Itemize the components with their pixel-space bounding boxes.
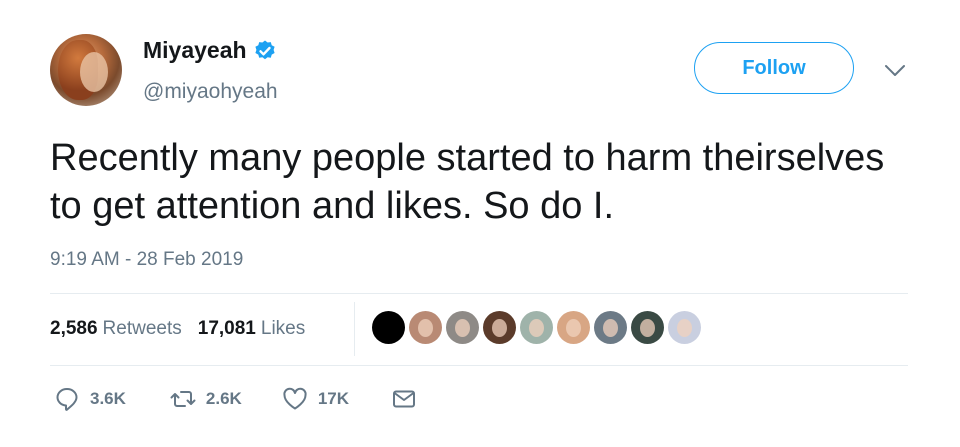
liker-avatars xyxy=(372,311,701,344)
chevron-down-icon[interactable] xyxy=(884,64,906,78)
liker-face-shape xyxy=(640,319,655,337)
verified-badge-icon xyxy=(254,40,275,59)
liker-avatar-7[interactable] xyxy=(594,311,627,344)
divider-top xyxy=(50,293,908,294)
liker-avatar-6[interactable] xyxy=(557,311,590,344)
liker-face-shape xyxy=(677,319,692,337)
retweets-stat[interactable]: 2,586 Retweets xyxy=(50,318,182,340)
direct-message-button[interactable] xyxy=(391,386,417,412)
liker-avatar-5[interactable] xyxy=(520,311,553,344)
likes-count: 17,081 xyxy=(197,318,256,339)
retweet-count: 2.6K xyxy=(205,389,242,408)
avatar-face-shape xyxy=(80,52,108,92)
envelope-icon xyxy=(393,390,416,408)
liker-face-shape xyxy=(566,319,581,337)
reply-count: 3.6K xyxy=(90,389,126,408)
likes-label: Likes xyxy=(260,318,306,339)
tweet-timestamp[interactable]: 9:19 AM - 28 Feb 2019 xyxy=(50,249,243,271)
liker-avatar-4[interactable] xyxy=(483,311,516,344)
liker-face-shape xyxy=(455,319,470,337)
display-name-row[interactable]: Miyayeah xyxy=(143,37,277,64)
liker-face-shape xyxy=(529,319,544,337)
display-name[interactable]: Miyayeah xyxy=(143,37,247,64)
like-count: 17K xyxy=(317,389,350,408)
stats-vertical-divider xyxy=(354,302,355,356)
like-button[interactable]: 17K xyxy=(282,386,349,412)
profile-avatar[interactable] xyxy=(50,34,122,106)
divider-bottom xyxy=(50,365,908,366)
tweet-text: Recently many people started to harm the… xyxy=(50,137,885,227)
retweets-count: 2,586 xyxy=(50,318,98,339)
liker-face-shape xyxy=(492,319,507,337)
engagement-stats: 2,586 Retweets 17,081 Likes xyxy=(50,318,305,340)
liker-avatar-2[interactable] xyxy=(409,311,442,344)
retweet-icon xyxy=(170,391,196,407)
user-handle[interactable]: @miyaohyeah xyxy=(143,80,278,104)
likes-stat[interactable]: 17,081 Likes xyxy=(198,318,305,340)
heart-icon xyxy=(283,387,307,410)
follow-button[interactable]: Follow xyxy=(694,42,854,94)
liker-avatar-3[interactable] xyxy=(446,311,479,344)
retweet-button[interactable]: 2.6K xyxy=(170,386,242,412)
liker-face-shape xyxy=(603,319,618,337)
liker-avatar-9[interactable] xyxy=(668,311,701,344)
liker-avatar-8[interactable] xyxy=(631,311,664,344)
liker-avatar-1[interactable] xyxy=(372,311,405,344)
tweet-actions: 3.6K 2.6K 17K xyxy=(54,386,417,412)
reply-button[interactable]: 3.6K xyxy=(54,386,126,412)
retweets-label: Retweets xyxy=(102,318,182,339)
reply-icon xyxy=(56,388,78,411)
liker-face-shape xyxy=(418,319,433,337)
